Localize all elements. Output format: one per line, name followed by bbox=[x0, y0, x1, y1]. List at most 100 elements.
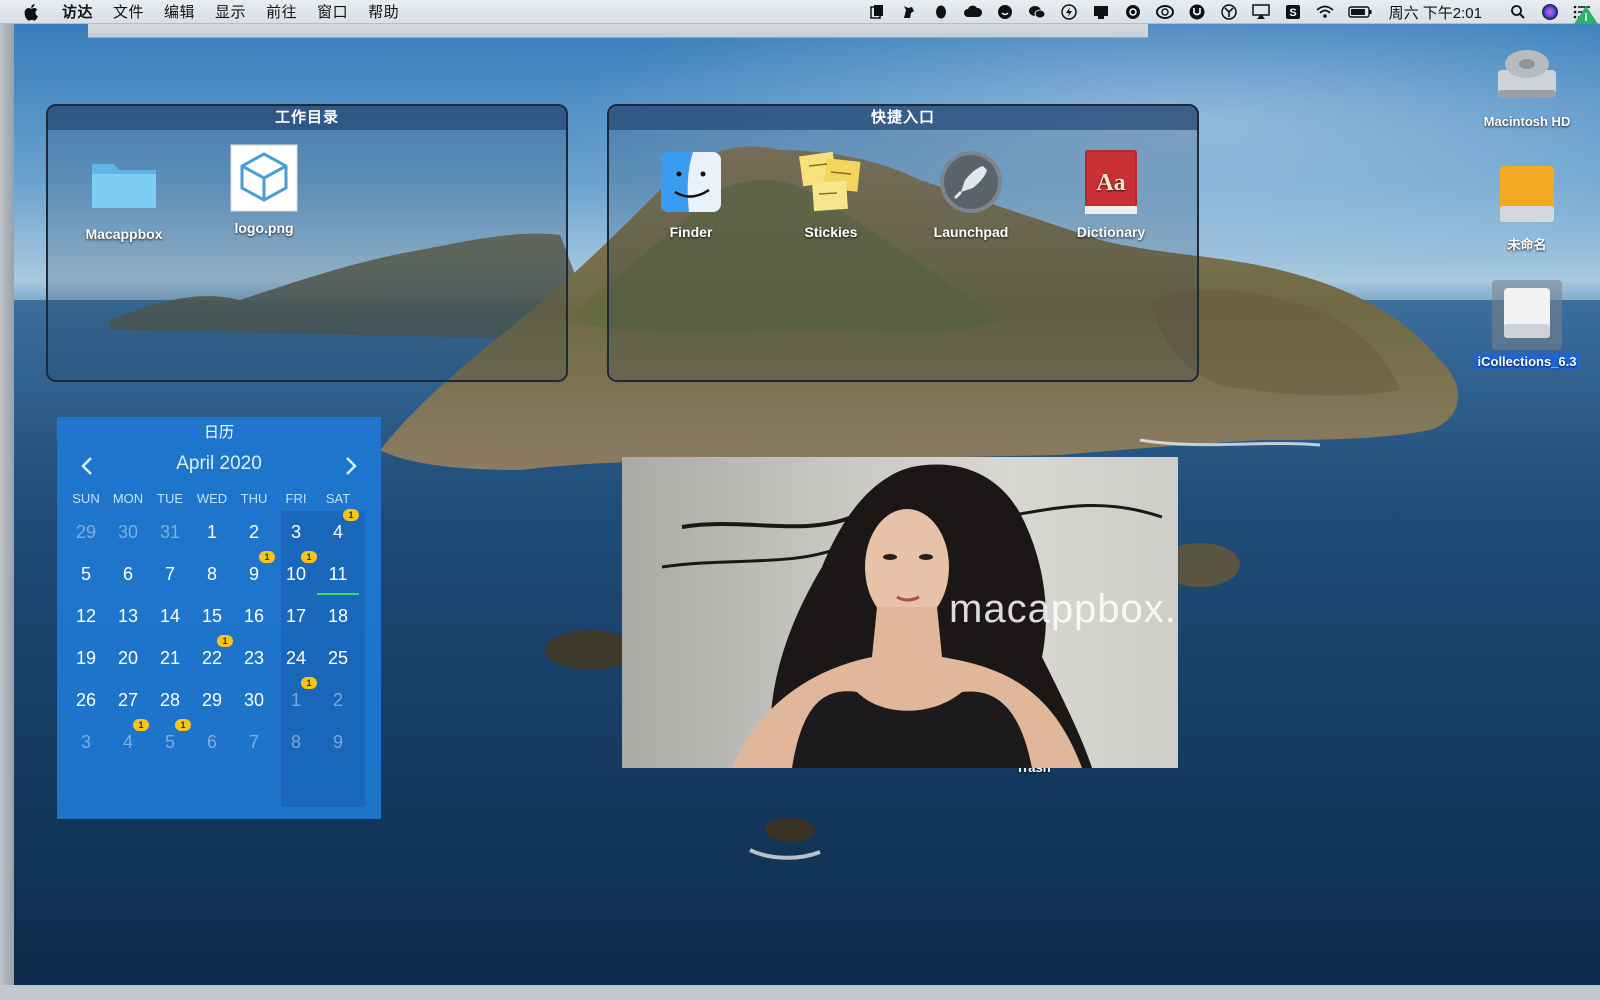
battery-icon[interactable] bbox=[1347, 3, 1373, 21]
menu-edit[interactable]: 编辑 bbox=[164, 1, 195, 22]
calendar-day-number: 3 bbox=[290, 521, 301, 542]
calendar-day-number: 10 bbox=[285, 563, 307, 584]
app-finder[interactable]: Finder bbox=[631, 146, 751, 240]
calendar-day-tue[interactable]: 21 bbox=[149, 648, 191, 669]
calendar-day-sat[interactable]: 18 bbox=[317, 606, 359, 627]
event-badge: 1 bbox=[301, 550, 317, 563]
calendar-day-sat[interactable]: 2 bbox=[317, 690, 359, 711]
app-dictionary[interactable]: Aa Dictionary bbox=[1051, 146, 1171, 240]
calendar-week-row: 341516789 bbox=[65, 718, 373, 763]
event-badge: 1 bbox=[217, 634, 233, 647]
calendar-day-mon[interactable]: 27 bbox=[107, 690, 149, 711]
calendar-day-fri[interactable]: 10 1 bbox=[275, 550, 317, 585]
calendar-day-sun[interactable]: 19 bbox=[65, 648, 107, 669]
calendar-day-sun[interactable]: 3 bbox=[65, 732, 107, 753]
calendar-day-thu[interactable]: 16 bbox=[233, 606, 275, 627]
calendar-day-sat[interactable]: 41 bbox=[317, 508, 359, 543]
file-logo-png[interactable]: logo.png bbox=[204, 142, 324, 236]
cloud-icon[interactable] bbox=[963, 3, 983, 21]
calendar-day-sun[interactable]: 26 bbox=[65, 690, 107, 711]
calendar-day-number: 24 bbox=[285, 647, 307, 668]
sogou-s-icon[interactable]: S bbox=[1283, 3, 1303, 21]
calendar-day-mon[interactable]: 20 bbox=[107, 648, 149, 669]
calendar-weekday-row: SUN MON TUE WED THU FRI SAT bbox=[57, 485, 381, 511]
calendar-day-number: 1 bbox=[290, 689, 301, 710]
calendar-day-fri[interactable]: 17 bbox=[275, 606, 317, 627]
background-window-titlebar[interactable] bbox=[88, 24, 1148, 38]
calendar-day-wed[interactable]: 22 1 bbox=[191, 634, 233, 669]
clipboard-icon[interactable] bbox=[867, 3, 887, 21]
smile-face-icon[interactable] bbox=[995, 3, 1015, 21]
calendar-day-tue[interactable]: 31 bbox=[149, 522, 191, 543]
calendar-day-sat[interactable]: 9 bbox=[317, 732, 359, 753]
app-launchpad[interactable]: Launchpad bbox=[911, 146, 1031, 240]
file-label: logo.png bbox=[234, 220, 294, 236]
calendar-day-wed[interactable]: 1 bbox=[191, 522, 233, 543]
menu-file[interactable]: 文件 bbox=[113, 1, 144, 22]
weekday-sun: SUN bbox=[72, 490, 100, 506]
photo-widget[interactable]: macappbox.com bbox=[622, 457, 1178, 768]
desktop-icon-icollections[interactable]: iCollections_6.3 bbox=[1462, 280, 1592, 370]
wechat-icon[interactable] bbox=[1027, 3, 1047, 21]
menu-window[interactable]: 窗口 bbox=[317, 1, 348, 22]
calendar-day-tue[interactable]: 28 bbox=[149, 690, 191, 711]
y-icon[interactable] bbox=[1219, 3, 1239, 21]
siri-icon[interactable] bbox=[1540, 3, 1560, 21]
calendar-day-wed[interactable]: 15 bbox=[191, 606, 233, 627]
calendar-day-mon[interactable]: 6 bbox=[107, 564, 149, 585]
calendar-widget: 日历 April 2020 SUN MON TUE WED THU FRI SA… bbox=[57, 417, 381, 819]
calendar-day-fri[interactable]: 24 bbox=[275, 648, 317, 669]
calendar-day-thu[interactable]: 91 bbox=[233, 550, 275, 585]
event-badge: 1 bbox=[133, 718, 149, 731]
calendar-day-tue[interactable]: 14 bbox=[149, 606, 191, 627]
calendar-day-thu[interactable]: 30 bbox=[233, 690, 275, 711]
airplay-icon[interactable] bbox=[1251, 3, 1271, 21]
notification-icon[interactable] bbox=[1091, 3, 1111, 21]
u-shield-icon[interactable] bbox=[1187, 3, 1207, 21]
calendar-day-number: 5 bbox=[80, 563, 91, 584]
calendar-day-fri[interactable]: 3 bbox=[275, 522, 317, 543]
dog-icon[interactable] bbox=[899, 3, 919, 21]
calendar-day-today[interactable]: 11 bbox=[317, 564, 359, 595]
menu-help[interactable]: 帮助 bbox=[368, 1, 399, 22]
calendar-day-thu[interactable]: 2 bbox=[233, 522, 275, 543]
calendar-day-tue[interactable]: 51 bbox=[149, 718, 191, 753]
folder-macappbox[interactable]: Macappbox bbox=[64, 148, 184, 242]
wifi-icon[interactable] bbox=[1315, 3, 1335, 21]
calendar-day-mon[interactable]: 41 bbox=[107, 718, 149, 753]
calendar-day-sat[interactable]: 25 bbox=[317, 648, 359, 669]
calendar-day-number: 14 bbox=[159, 605, 181, 626]
calendar-day-thu[interactable]: 7 bbox=[233, 732, 275, 753]
calendar-day-mon[interactable]: 30 bbox=[107, 522, 149, 543]
desktop-icon-macintosh-hd[interactable]: Macintosh HD bbox=[1462, 40, 1592, 129]
calendar-day-sun[interactable]: 12 bbox=[65, 606, 107, 627]
calendar-day-sun[interactable]: 5 bbox=[65, 564, 107, 585]
calendar-day-tue[interactable]: 7 bbox=[149, 564, 191, 585]
disk-image-icon bbox=[1492, 280, 1562, 350]
apple-menu-icon[interactable] bbox=[20, 0, 44, 24]
search-icon[interactable] bbox=[1508, 3, 1528, 21]
calendar-day-wed[interactable]: 29 bbox=[191, 690, 233, 711]
menu-finder[interactable]: 访达 bbox=[62, 1, 93, 22]
calendar-day-sun[interactable]: 29 bbox=[65, 522, 107, 543]
qq-penguin-icon[interactable] bbox=[931, 3, 951, 21]
calendar-day-fri[interactable]: 8 bbox=[275, 732, 317, 753]
spiral-icon[interactable] bbox=[1123, 3, 1143, 21]
desktop-icon-untitled[interactable]: 未命名 bbox=[1462, 160, 1592, 253]
chevron-right-icon[interactable] bbox=[339, 455, 361, 477]
calendar-day-wed[interactable]: 8 bbox=[191, 564, 233, 585]
menu-view[interactable]: 显示 bbox=[215, 1, 246, 22]
window-edge-left bbox=[0, 24, 14, 1000]
lightning-icon[interactable] bbox=[1059, 3, 1079, 21]
menu-go[interactable]: 前往 bbox=[266, 1, 297, 22]
calendar-day-number: 18 bbox=[327, 605, 349, 626]
app-stickies[interactable]: Stickies bbox=[771, 146, 891, 240]
creative-cloud-icon[interactable] bbox=[1155, 3, 1175, 21]
stickies-label: Stickies bbox=[804, 224, 858, 240]
calendar-day-fri[interactable]: 11 bbox=[275, 676, 317, 711]
calendar-day-thu[interactable]: 23 bbox=[233, 648, 275, 669]
calendar-day-wed[interactable]: 6 bbox=[191, 732, 233, 753]
menubar-clock[interactable]: 周六 下午2:01 bbox=[1389, 2, 1482, 23]
calendar-day-mon[interactable]: 13 bbox=[107, 606, 149, 627]
weekday-thu: THU bbox=[240, 490, 268, 506]
